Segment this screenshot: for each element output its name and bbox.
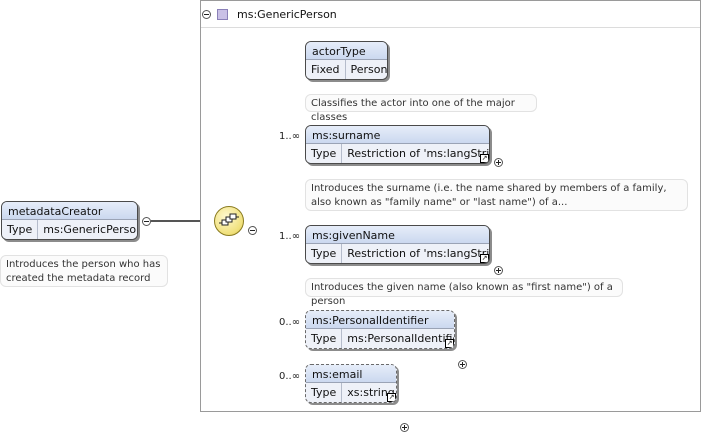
type-value: Restriction of 'ms:langString' [347, 147, 489, 160]
element-name: ms:email [306, 365, 396, 383]
element-type-row: Type ms:PersonalIdentifier ↗ [306, 329, 454, 348]
element-name: ms:surname [306, 126, 489, 144]
element-actorType[interactable]: actorType Fixed Person [305, 41, 388, 80]
type-label: Type [306, 144, 343, 163]
container-divider [201, 27, 700, 28]
element-name: actorType [306, 42, 387, 60]
sequence-compositor-icon[interactable] [214, 206, 244, 236]
collapse-toggle-icon[interactable] [142, 217, 151, 226]
complex-type-icon [217, 8, 228, 20]
element-surname[interactable]: ms:surname Type Restriction of 'ms:langS… [305, 125, 490, 164]
occurrence-label: 1..∞ [279, 131, 301, 142]
type-link-icon[interactable]: ↗ [480, 154, 489, 163]
expand-toggle-icon[interactable] [494, 158, 503, 167]
type-link-icon[interactable]: ↗ [480, 254, 489, 263]
fixed-label: Fixed [306, 60, 346, 79]
type-value: ms:PersonalIdentifier [347, 332, 455, 345]
root-element-metadataCreator[interactable]: metadataCreator Type ms:GenericPerson [1, 201, 138, 240]
expand-toggle-icon[interactable] [458, 360, 467, 369]
type-label: Type [2, 220, 39, 239]
element-annotation: Classifies the actor into one of the maj… [305, 94, 537, 123]
expand-toggle-icon[interactable] [400, 423, 409, 432]
element-name: ms:PersonalIdentifier [306, 311, 454, 329]
element-type-row: Type Restriction of 'ms:langString' ↗ [306, 144, 489, 163]
element-name: ms:givenName [306, 226, 489, 244]
element-fixed-row: Fixed Person [306, 60, 387, 79]
element-type-row: Type ms:GenericPerson [2, 220, 137, 239]
collapse-toggle-icon[interactable] [202, 9, 211, 19]
occurrence-label: 1..∞ [279, 231, 301, 242]
type-value: ms:GenericPerson [43, 223, 138, 236]
occurrence-label: 0..∞ [279, 317, 301, 328]
element-type-row: Type Restriction of 'ms:langString' ↗ [306, 244, 489, 263]
container-type-name: ms:GenericPerson [237, 7, 337, 21]
element-email[interactable]: ms:email Type xs:string ↗ [305, 364, 397, 403]
element-annotation: Introduces the given name (also known as… [305, 278, 623, 307]
fixed-value: Person [350, 63, 388, 76]
element-name: metadataCreator [2, 202, 137, 220]
element-givenName[interactable]: ms:givenName Type Restriction of 'ms:lan… [305, 225, 490, 264]
type-value: Restriction of 'ms:langString' [347, 247, 489, 260]
root-annotation: Introduces the person who has created th… [0, 255, 168, 287]
collapse-toggle-icon[interactable] [248, 226, 257, 235]
element-type-row: Type xs:string ↗ [306, 383, 396, 402]
element-PersonalIdentifier[interactable]: ms:PersonalIdentifier Type ms:PersonalId… [305, 310, 455, 349]
type-label: Type [306, 329, 343, 348]
type-label: Type [306, 244, 343, 263]
type-label: Type [306, 383, 343, 402]
expand-toggle-icon[interactable] [494, 266, 503, 275]
container-header: ms:GenericPerson [202, 5, 337, 23]
type-link-icon[interactable]: ↗ [445, 339, 454, 348]
type-link-icon[interactable]: ↗ [387, 393, 396, 402]
element-annotation: Introduces the surname (i.e. the name sh… [305, 179, 688, 211]
occurrence-label: 0..∞ [279, 371, 301, 382]
